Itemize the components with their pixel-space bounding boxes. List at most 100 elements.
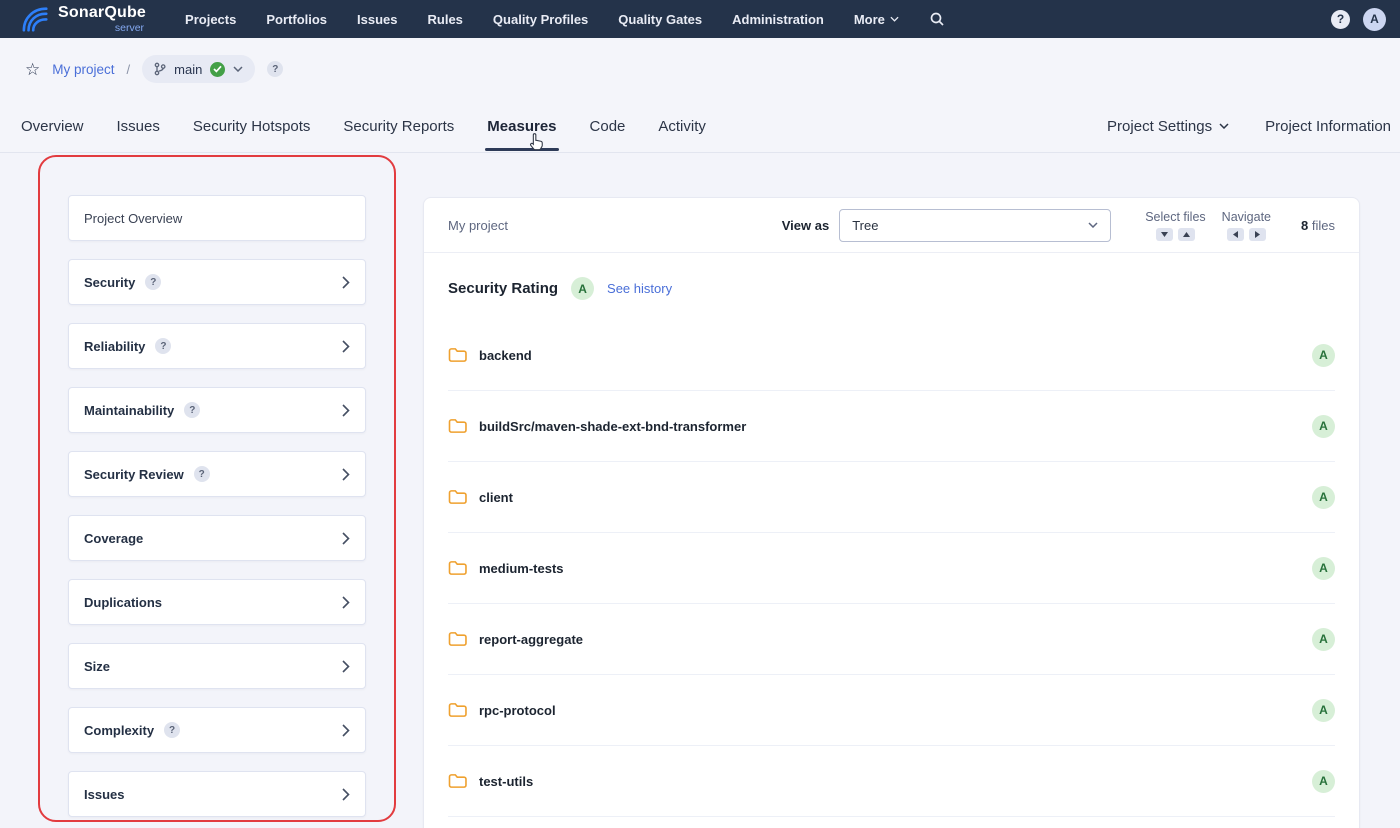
- project-header: ☆ My project / main ? Overview Issues Se…: [0, 38, 1400, 153]
- sidebar-item-label: Reliability: [84, 339, 145, 354]
- help-icon[interactable]: ?: [184, 402, 200, 418]
- folder-name: backend: [479, 348, 532, 363]
- folder-name: report-aggregate: [479, 632, 583, 647]
- view-mode-select[interactable]: Tree: [839, 209, 1111, 242]
- triangle-up-icon: [1183, 232, 1190, 237]
- help-icon[interactable]: ?: [1331, 10, 1350, 29]
- avatar[interactable]: A: [1363, 8, 1386, 31]
- folder-name: client: [479, 490, 513, 505]
- metric-header: Security Rating A See history: [424, 253, 1359, 320]
- sidebar-item-duplications[interactable]: Duplications: [68, 579, 366, 625]
- favorite-star-icon[interactable]: ☆: [25, 61, 40, 78]
- rating-badge: A: [1312, 415, 1335, 438]
- nav-item-issues[interactable]: Issues: [357, 12, 397, 27]
- help-icon[interactable]: ?: [194, 466, 210, 482]
- sidebar-item-coverage[interactable]: Coverage: [68, 515, 366, 561]
- project-settings-label: Project Settings: [1107, 118, 1212, 135]
- nav-item-quality-gates[interactable]: Quality Gates: [618, 12, 702, 27]
- measures-sidebar: Project Overview Security ? Reliability …: [68, 195, 366, 828]
- chevron-right-icon: [342, 596, 350, 609]
- sidebar-item-label: Security Review: [84, 467, 184, 482]
- rating-badge: A: [1312, 486, 1335, 509]
- tab-security-hotspots[interactable]: Security Hotspots: [193, 100, 311, 152]
- chevron-right-icon: [342, 660, 350, 673]
- folder-icon: [448, 631, 467, 647]
- branch-name: main: [174, 62, 202, 77]
- folder-name: medium-tests: [479, 561, 564, 576]
- folder-row-backend[interactable]: backend A: [448, 320, 1335, 391]
- folder-row-medium-tests[interactable]: medium-tests A: [448, 533, 1335, 604]
- tab-measures[interactable]: Measures: [487, 100, 556, 152]
- project-information-link[interactable]: Project Information: [1265, 118, 1391, 135]
- folder-name: rpc-protocol: [479, 703, 556, 718]
- tab-code[interactable]: Code: [590, 100, 626, 152]
- chevron-right-icon: [342, 788, 350, 801]
- project-settings-menu[interactable]: Project Settings: [1107, 118, 1229, 135]
- folder-row-test-utils[interactable]: test-utils A: [448, 746, 1335, 817]
- tab-issues[interactable]: Issues: [117, 100, 160, 152]
- triangle-down-icon: [1161, 232, 1168, 237]
- branch-icon: [154, 62, 166, 76]
- sidebar-item-security-review[interactable]: Security Review ?: [68, 451, 366, 497]
- help-icon[interactable]: ?: [145, 274, 161, 290]
- select-next-file-button[interactable]: [1156, 228, 1173, 241]
- select-files-control: Select files: [1145, 210, 1205, 241]
- triangle-left-icon: [1233, 231, 1238, 238]
- active-tab-indicator: [485, 148, 558, 151]
- view-mode-value: Tree: [852, 218, 878, 233]
- chevron-right-icon: [342, 404, 350, 417]
- sidebar-item-label: Maintainability: [84, 403, 174, 418]
- sidebar-item-maintainability[interactable]: Maintainability ?: [68, 387, 366, 433]
- folder-icon: [448, 347, 467, 363]
- measures-toolbar: My project View as Tree Select files: [424, 198, 1359, 253]
- folder-icon: [448, 702, 467, 718]
- folder-row-report-aggregate[interactable]: report-aggregate A: [448, 604, 1335, 675]
- tab-activity[interactable]: Activity: [658, 100, 706, 152]
- help-icon[interactable]: ?: [164, 722, 180, 738]
- sonarqube-waves-icon: [20, 5, 52, 33]
- view-as-label: View as: [782, 218, 829, 233]
- tab-security-reports[interactable]: Security Reports: [343, 100, 454, 152]
- triangle-right-icon: [1255, 231, 1260, 238]
- see-history-link[interactable]: See history: [607, 281, 672, 296]
- branch-help-icon[interactable]: ?: [267, 61, 283, 77]
- sidebar-item-project-overview[interactable]: Project Overview: [68, 195, 366, 241]
- project-link[interactable]: My project: [52, 62, 114, 77]
- sidebar-item-complexity[interactable]: Complexity ?: [68, 707, 366, 753]
- nav-item-more-label: More: [854, 12, 885, 27]
- folder-name: buildSrc/maven-shade-ext-bnd-transformer: [479, 419, 746, 434]
- files-count-number: 8: [1301, 218, 1308, 233]
- rating-badge: A: [1312, 344, 1335, 367]
- branch-selector[interactable]: main: [142, 55, 255, 83]
- breadcrumb: ☆ My project / main ?: [0, 38, 1400, 100]
- nav-item-more[interactable]: More: [854, 12, 899, 27]
- tab-overview[interactable]: Overview: [21, 100, 84, 152]
- top-nav-items: Projects Portfolios Issues Rules Quality…: [185, 12, 899, 27]
- navigate-back-button[interactable]: [1227, 228, 1244, 241]
- chevron-down-icon: [890, 16, 899, 22]
- nav-item-portfolios[interactable]: Portfolios: [266, 12, 327, 27]
- nav-item-projects[interactable]: Projects: [185, 12, 236, 27]
- folder-row-buildsrc[interactable]: buildSrc/maven-shade-ext-bnd-transformer…: [448, 391, 1335, 462]
- nav-item-quality-profiles[interactable]: Quality Profiles: [493, 12, 588, 27]
- sidebar-item-security[interactable]: Security ?: [68, 259, 366, 305]
- top-navigation: SonarQube server Projects Portfolios Iss…: [0, 0, 1400, 38]
- project-tabs: Overview Issues Security Hotspots Securi…: [0, 100, 1400, 152]
- sidebar-item-size[interactable]: Size: [68, 643, 366, 689]
- navigate-forward-button[interactable]: [1249, 228, 1266, 241]
- folder-row-rpc-protocol[interactable]: rpc-protocol A: [448, 675, 1335, 746]
- navigate-label: Navigate: [1222, 210, 1271, 224]
- nav-item-rules[interactable]: Rules: [428, 12, 463, 27]
- chevron-down-icon: [1219, 123, 1229, 129]
- select-previous-file-button[interactable]: [1178, 228, 1195, 241]
- sonarqube-logo[interactable]: SonarQube server: [20, 5, 146, 34]
- sidebar-item-issues[interactable]: Issues: [68, 771, 366, 817]
- folder-row-client[interactable]: client A: [448, 462, 1335, 533]
- rating-badge: A: [1312, 557, 1335, 580]
- rating-badge: A: [1312, 628, 1335, 651]
- chevron-right-icon: [342, 468, 350, 481]
- nav-item-administration[interactable]: Administration: [732, 12, 824, 27]
- help-icon[interactable]: ?: [155, 338, 171, 354]
- search-icon[interactable]: [929, 11, 945, 27]
- sidebar-item-reliability[interactable]: Reliability ?: [68, 323, 366, 369]
